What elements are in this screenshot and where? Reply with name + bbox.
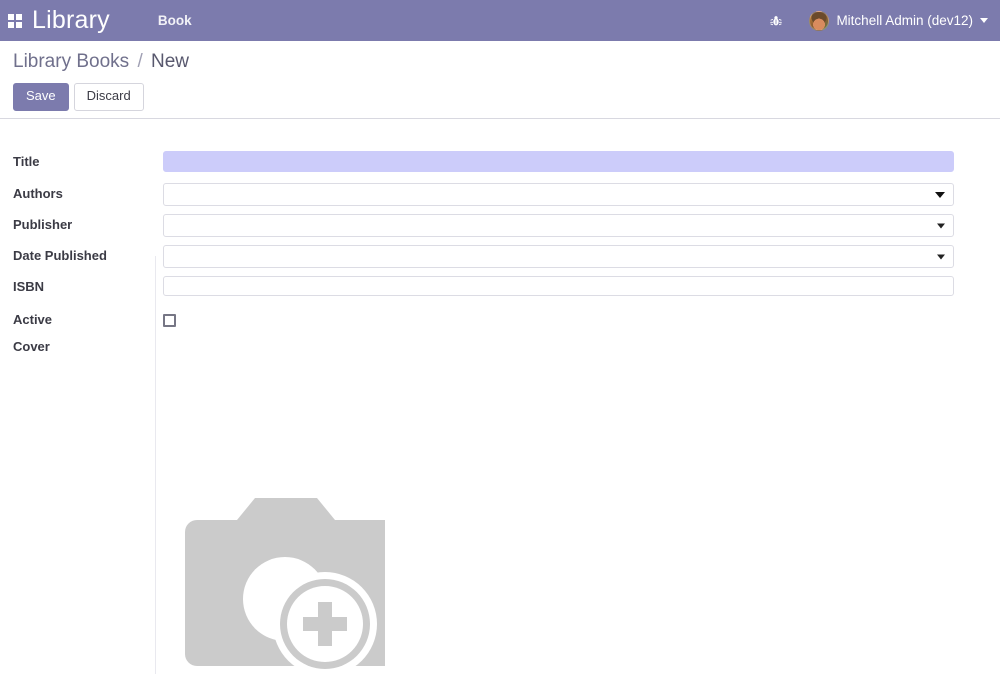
field-label-isbn: ISBN xyxy=(13,279,45,294)
top-navbar: Library Book Mitchell Admin (dev12) xyxy=(0,0,1000,41)
control-panel: Library Books / New Save Discard xyxy=(0,41,1000,119)
field-control-active xyxy=(163,314,176,327)
field-label-cover: Cover xyxy=(13,339,50,354)
field-control-date-published xyxy=(163,245,954,268)
chevron-down-icon[interactable] xyxy=(935,191,945,198)
breadcrumb-separator: / xyxy=(137,51,143,72)
user-menu-name[interactable]: Mitchell Admin (dev12) xyxy=(836,13,973,28)
field-label-active: Active xyxy=(13,312,53,327)
bug-icon[interactable] xyxy=(769,14,783,28)
cover-image-upload[interactable] xyxy=(185,494,397,679)
apps-grid-cell xyxy=(16,13,22,20)
field-label-authors: Authors xyxy=(13,186,63,201)
apps-grid-cell xyxy=(8,13,14,20)
apps-grid-icon[interactable] xyxy=(8,13,22,28)
chevron-down-icon[interactable] xyxy=(937,254,945,259)
field-control-isbn xyxy=(163,276,954,296)
navbar-right-group: Mitchell Admin (dev12) xyxy=(769,10,1000,31)
breadcrumb-current: New xyxy=(151,51,190,72)
field-label-title: Title xyxy=(13,154,40,169)
field-label-publisher: Publisher xyxy=(13,217,73,232)
chevron-down-icon[interactable] xyxy=(937,223,945,228)
label-column-divider xyxy=(155,256,156,674)
camera-add-photo-icon xyxy=(185,498,397,676)
publisher-many2one-field[interactable] xyxy=(163,214,954,237)
user-avatar[interactable] xyxy=(809,10,830,31)
field-control-authors xyxy=(163,183,954,206)
title-input[interactable] xyxy=(163,151,954,172)
breadcrumb-parent[interactable]: Library Books xyxy=(13,51,129,72)
form-sheet: Title Authors Publisher Date Published I… xyxy=(0,119,1000,676)
save-button[interactable]: Save xyxy=(13,83,69,111)
apps-grid-cell xyxy=(8,21,14,28)
field-label-date-published: Date Published xyxy=(13,248,107,263)
app-brand-title[interactable]: Library xyxy=(32,6,110,35)
field-control-publisher xyxy=(163,214,954,237)
authors-many2many-field[interactable] xyxy=(163,183,954,206)
isbn-input[interactable] xyxy=(163,276,954,296)
active-checkbox[interactable] xyxy=(163,314,176,327)
chevron-down-icon[interactable] xyxy=(980,18,988,23)
menu-item-book[interactable]: Book xyxy=(158,13,192,28)
discard-button[interactable]: Discard xyxy=(73,83,144,111)
apps-grid-cell xyxy=(16,21,22,28)
breadcrumb: Library Books / New xyxy=(13,51,189,73)
field-control-title xyxy=(163,151,954,172)
date-published-many2one-field[interactable] xyxy=(163,245,954,268)
record-action-buttons: Save Discard xyxy=(13,83,144,111)
